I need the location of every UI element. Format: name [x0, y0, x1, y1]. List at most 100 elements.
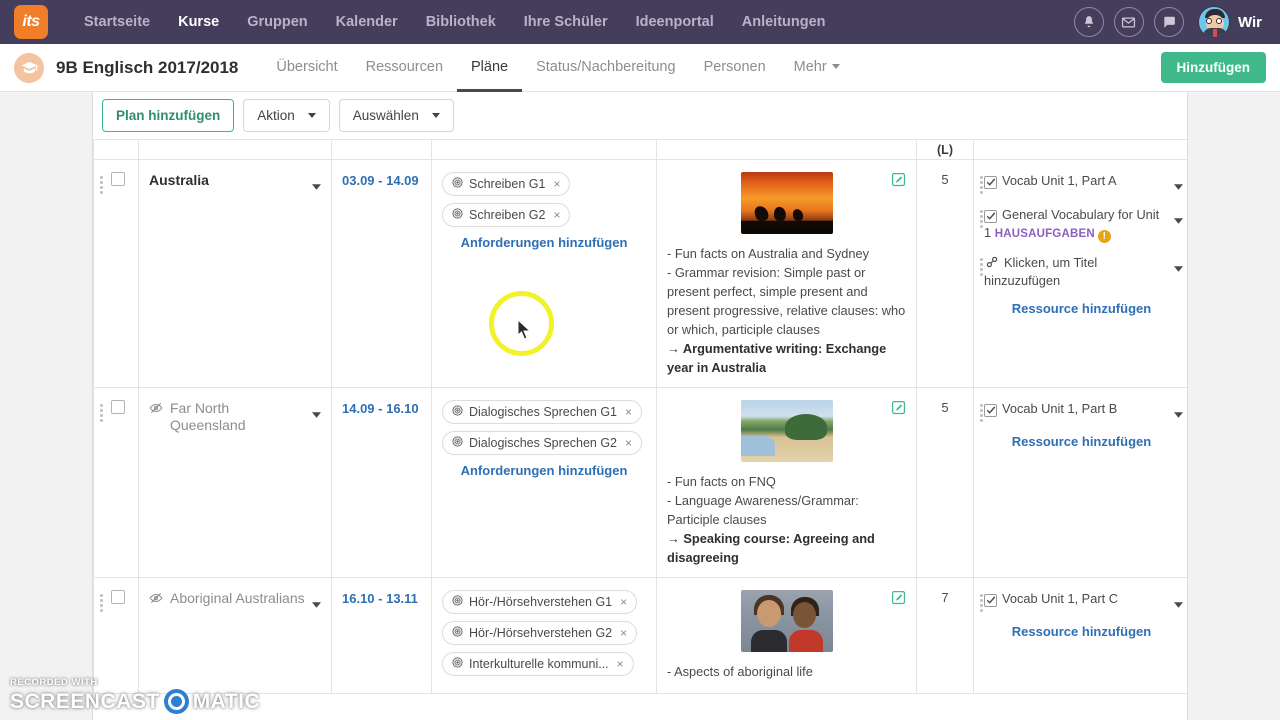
tab-status-nachbereitung[interactable]: Status/Nachbereitung — [522, 44, 689, 92]
resource-label: Vocab Unit 1, Part C — [984, 590, 1168, 608]
description-highlight: → Argumentative writing: Exchange year i… — [667, 341, 887, 375]
add-button[interactable]: Hinzufügen — [1160, 52, 1266, 83]
plan-date-cell: 03.09 - 14.09 — [331, 159, 432, 388]
tab--bersicht[interactable]: Übersicht — [262, 44, 351, 92]
row-checkbox[interactable] — [111, 590, 125, 604]
global-navbar: its Startseite Kurse Gruppen Kalender Biblio… — [0, 0, 1280, 44]
requirement-chip[interactable]: Hör-/Hörsehverstehen G2 × — [442, 621, 638, 645]
drag-handle-icon[interactable] — [100, 594, 104, 612]
mail-icon[interactable] — [1113, 7, 1144, 37]
description-text: - Fun facts on Australia and Sydney - Gra… — [667, 246, 906, 375]
screencast-watermark: RECORDED WITH SCREENCAST MATIC — [10, 677, 260, 714]
nav-item-ihre-sch-ler[interactable]: Ihre Schüler — [510, 0, 622, 44]
nav-item-gruppen[interactable]: Gruppen — [233, 0, 321, 44]
add-resource-link[interactable]: Ressource hinzufügen — [980, 624, 1183, 639]
plan-date[interactable]: 03.09 - 14.09 — [342, 173, 419, 188]
tab-label: Status/Nachbereitung — [536, 58, 676, 75]
chat-icon[interactable] — [1153, 7, 1184, 37]
user-menu[interactable]: Wir — [1197, 6, 1262, 38]
drag-handle-icon[interactable] — [100, 404, 104, 422]
description-cell: - Aspects of aboriginal life — [656, 577, 917, 694]
watermark-top-text: RECORDED WITH — [10, 677, 98, 688]
add-resource-link[interactable]: Ressource hinzufügen — [980, 301, 1183, 316]
row-checkbox[interactable] — [111, 172, 125, 186]
tab-ressourcen[interactable]: Ressourcen — [352, 44, 457, 92]
tab-pl-ne[interactable]: Pläne — [457, 44, 523, 92]
requirement-chip[interactable]: Hör-/Hörsehverstehen G1 × — [442, 590, 638, 614]
checkbox-icon — [984, 403, 997, 417]
resource-item[interactable]: General Vocabulary for Unit 1 HAUSAUFGAB… — [980, 206, 1183, 243]
resource-item[interactable]: Klicken, um Titel hinzuzufügen — [980, 254, 1183, 290]
nav-item-bibliothek[interactable]: Bibliothek — [412, 0, 510, 44]
resource-item[interactable]: Vocab Unit 1, Part A — [980, 172, 1183, 195]
close-icon[interactable]: × — [620, 595, 627, 609]
plans-table: (L) Australia 03.09 - 14.09 Schreiben G1 × Sc… — [93, 139, 1187, 694]
chevron-down-icon[interactable] — [1174, 211, 1183, 229]
course-header: 9B Englisch 2017/2018 Übersicht Ressource… — [0, 44, 1280, 92]
chevron-down-icon[interactable] — [1174, 177, 1183, 195]
close-icon[interactable]: × — [617, 657, 624, 671]
column-header-lessons: (L) — [916, 139, 974, 160]
bell-icon[interactable] — [1073, 7, 1104, 37]
edit-icon[interactable] — [891, 590, 906, 610]
lessons-cell: 7 — [916, 577, 974, 694]
thumbnail-image[interactable] — [740, 400, 833, 462]
close-icon[interactable]: × — [625, 405, 632, 419]
nav-item-startseite[interactable]: Startseite — [70, 0, 164, 44]
add-resource-link[interactable]: Ressource hinzufügen — [980, 434, 1183, 449]
edit-icon[interactable] — [891, 172, 906, 192]
close-icon[interactable]: × — [625, 436, 632, 450]
resource-item[interactable]: Vocab Unit 1, Part C — [980, 590, 1183, 613]
graduation-cap-icon — [14, 52, 44, 83]
plan-title[interactable]: Far North Queensland — [170, 400, 306, 434]
target-icon — [452, 405, 463, 419]
action-dropdown[interactable]: Aktion — [243, 99, 330, 132]
thumbnail-image[interactable] — [740, 590, 833, 652]
chevron-down-icon[interactable] — [312, 595, 321, 613]
plan-date[interactable]: 16.10 - 13.11 — [342, 591, 418, 606]
chevron-down-icon[interactable] — [312, 177, 321, 195]
chevron-down-icon[interactable] — [1174, 259, 1183, 277]
resource-item[interactable]: Vocab Unit 1, Part B — [980, 400, 1183, 423]
requirement-chip[interactable]: Dialogisches Sprechen G2 × — [442, 431, 643, 455]
plan-title[interactable]: Australia — [149, 172, 306, 189]
drag-handle-icon[interactable] — [100, 176, 104, 194]
requirement-chip[interactable]: Schreiben G1 × — [442, 172, 571, 196]
table-row: Far North Queensland 14.09 - 16.10 Dialogi… — [93, 387, 1187, 578]
chevron-down-icon[interactable] — [1174, 405, 1183, 423]
chevron-down-icon[interactable] — [1174, 595, 1183, 613]
plan-date[interactable]: 14.09 - 16.10 — [342, 401, 419, 416]
watermark-right-text: MATIC — [192, 689, 261, 713]
plan-title[interactable]: Aboriginal Australians — [170, 590, 306, 607]
chevron-down-icon[interactable] — [312, 405, 321, 423]
tab-personen[interactable]: Personen — [690, 44, 780, 92]
requirement-label: Hör-/Hörsehverstehen G1 — [469, 595, 613, 609]
requirement-chip[interactable]: Dialogisches Sprechen G1 × — [442, 400, 643, 424]
hidden-eye-icon — [149, 591, 163, 610]
avatar — [1197, 6, 1230, 38]
thumbnail-image[interactable] — [740, 172, 833, 234]
plans-panel: Plan hinzufügen Aktion Auswählen (L) Aust… — [92, 92, 1188, 720]
close-icon[interactable]: × — [553, 208, 560, 222]
requirement-chip[interactable]: Schreiben G2 × — [442, 203, 571, 227]
column-header — [331, 139, 432, 160]
table-header-row: (L) — [93, 139, 1187, 160]
user-name: Wir — [1237, 13, 1262, 31]
its-logo[interactable]: its — [14, 5, 48, 39]
edit-icon[interactable] — [891, 400, 906, 420]
nav-item-kurse[interactable]: Kurse — [164, 0, 233, 44]
select-dropdown[interactable]: Auswählen — [338, 99, 454, 132]
nav-item-ideenportal[interactable]: Ideenportal — [622, 0, 728, 44]
plan-date-cell: 14.09 - 16.10 — [331, 387, 432, 578]
tab-mehr[interactable]: Mehr — [780, 44, 854, 92]
nav-item-anleitungen[interactable]: Anleitungen — [728, 0, 840, 44]
add-requirement-link[interactable]: Anforderungen hinzufügen — [442, 463, 646, 478]
add-plan-button[interactable]: Plan hinzufügen — [102, 99, 235, 132]
requirement-chip[interactable]: Interkulturelle kommuni... × — [442, 652, 634, 676]
add-requirement-link[interactable]: Anforderungen hinzufügen — [442, 235, 646, 250]
close-icon[interactable]: × — [620, 626, 627, 640]
tab-label: Ressourcen — [365, 58, 444, 75]
close-icon[interactable]: × — [553, 177, 560, 191]
nav-item-kalender[interactable]: Kalender — [322, 0, 412, 44]
row-checkbox[interactable] — [111, 400, 125, 414]
